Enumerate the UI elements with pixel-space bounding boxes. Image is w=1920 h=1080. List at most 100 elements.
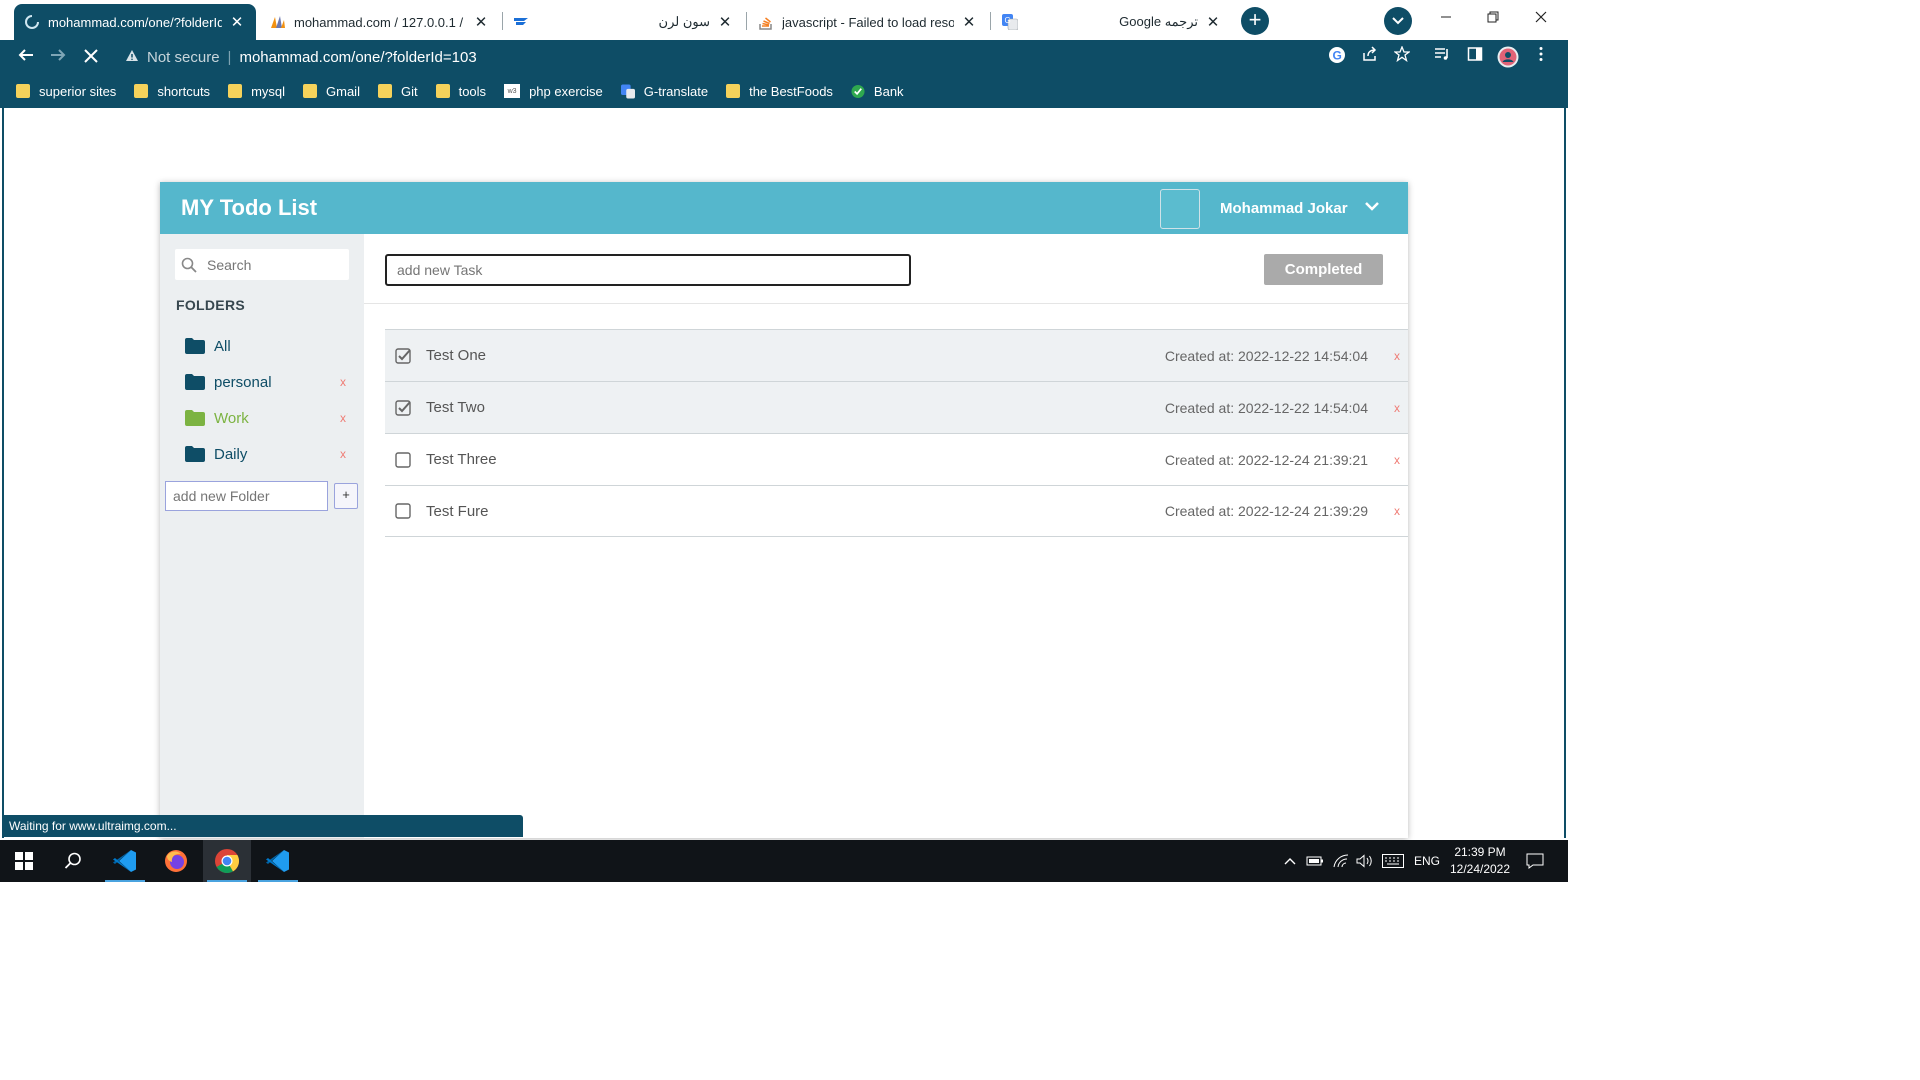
- chevron-down-icon[interactable]: [1362, 196, 1382, 216]
- folder-label: Daily: [214, 445, 248, 463]
- bookmark-git[interactable]: Git: [377, 84, 418, 99]
- bookmarks-bar: superior sites shortcuts mysql Gmail Git…: [0, 74, 1568, 108]
- bookmark-star-icon[interactable]: [1391, 45, 1413, 68]
- tab-separator: [990, 12, 991, 30]
- bookmark-label: G-translate: [643, 83, 709, 99]
- avatar[interactable]: [1160, 189, 1200, 229]
- notifications-button[interactable]: [1520, 840, 1550, 882]
- share-icon[interactable]: [1359, 46, 1381, 68]
- new-task-input[interactable]: [385, 254, 911, 286]
- tab-search-button[interactable]: [1384, 7, 1412, 35]
- close-window-button[interactable]: [1518, 4, 1564, 34]
- bookmark-shortcuts[interactable]: shortcuts: [134, 84, 210, 99]
- restore-button[interactable]: [1470, 4, 1516, 34]
- minimize-button[interactable]: [1423, 4, 1469, 34]
- tab-sevenlearn[interactable]: سون لرن ✕: [504, 4, 744, 40]
- taskbar-search-button[interactable]: [49, 840, 97, 882]
- media-queue-icon[interactable]: [1431, 46, 1453, 68]
- tab-google-translate[interactable]: G Google ترجمه ✕: [992, 4, 1232, 40]
- bookmark-tools[interactable]: tools: [435, 83, 487, 99]
- tab-close-icon[interactable]: ✕: [716, 13, 734, 31]
- new-tab-button[interactable]: +: [1241, 7, 1269, 35]
- delete-task-button[interactable]: x: [1394, 453, 1404, 467]
- bookmark-superior-sites[interactable]: superior sites: [16, 84, 116, 99]
- keyboard-button[interactable]: [1380, 840, 1406, 882]
- url-text[interactable]: mohammad.com/one/?folderId=103: [239, 49, 476, 66]
- folder-item-work[interactable]: Work x: [185, 406, 350, 430]
- folder-item-daily[interactable]: Daily x: [185, 442, 350, 466]
- bookmark-label: the BestFoods: [749, 83, 833, 99]
- task-name: Test One: [426, 347, 487, 364]
- wifi-button[interactable]: [1329, 840, 1353, 882]
- tab-todo[interactable]: mohammad.com/one/?folderId= ✕: [14, 4, 256, 40]
- language-indicator[interactable]: ENG: [1410, 840, 1444, 882]
- profile-avatar-icon[interactable]: [1497, 46, 1519, 68]
- task-row[interactable]: Test Fure Created at: 2022-12-24 21:39:2…: [385, 485, 1408, 537]
- delete-folder-button[interactable]: x: [336, 375, 350, 389]
- windows-taskbar: ENG 21:39 PM 12/24/2022: [0, 840, 1568, 882]
- bookmark-bank[interactable]: Bank: [851, 84, 904, 99]
- stop-loading-button[interactable]: [78, 44, 104, 70]
- bookmark-php-exercise[interactable]: w3 php exercise: [504, 84, 603, 99]
- taskbar-vscode-app[interactable]: [101, 840, 149, 882]
- forward-button[interactable]: [45, 44, 71, 70]
- google-icon[interactable]: G: [1326, 46, 1348, 68]
- completed-button[interactable]: Completed: [1264, 254, 1383, 285]
- taskbar-chrome-app[interactable]: [203, 840, 251, 882]
- tab-strip: mohammad.com/one/?folderId= ✕ mohammad.c…: [0, 0, 1568, 40]
- tab-close-icon[interactable]: ✕: [228, 13, 246, 31]
- add-folder-button[interactable]: +: [334, 483, 358, 509]
- security-label[interactable]: Not secure: [147, 49, 220, 66]
- search-input[interactable]: [205, 255, 335, 274]
- tray-overflow-button[interactable]: [1280, 840, 1300, 882]
- delete-task-button[interactable]: x: [1394, 401, 1404, 415]
- task-row[interactable]: Test Three Created at: 2022-12-24 21:39:…: [385, 433, 1408, 485]
- delete-task-button[interactable]: x: [1394, 349, 1404, 363]
- main-panel: Completed Test One Created at: 2022-12-2…: [364, 234, 1408, 838]
- checkbox-checked-icon[interactable]: [395, 347, 411, 364]
- tab-close-icon[interactable]: ✕: [960, 13, 978, 31]
- taskbar-firefox-app[interactable]: [152, 840, 200, 882]
- checkbox-empty-icon[interactable]: [395, 451, 411, 468]
- search-box[interactable]: [175, 249, 349, 280]
- start-button[interactable]: [0, 840, 48, 882]
- omnibox-separator: |: [227, 48, 232, 66]
- checkbox-checked-icon[interactable]: [395, 399, 411, 416]
- user-name[interactable]: Mohammad Jokar: [1220, 200, 1348, 217]
- more-menu-icon[interactable]: [1530, 46, 1552, 68]
- task-row[interactable]: Test One Created at: 2022-12-22 14:54:04…: [385, 329, 1408, 381]
- vscode-icon: [266, 850, 289, 872]
- delete-task-button[interactable]: x: [1394, 504, 1404, 518]
- folder-item-all[interactable]: All: [185, 334, 350, 358]
- task-list: Test One Created at: 2022-12-22 14:54:04…: [385, 329, 1408, 537]
- speaker-icon: [1356, 854, 1372, 868]
- folder-icon: [134, 84, 149, 98]
- tab-phpmyadmin[interactable]: mohammad.com / 127.0.0.1 / db ✕: [260, 4, 500, 40]
- svg-text:G: G: [1005, 16, 1011, 25]
- tab-close-icon[interactable]: ✕: [1204, 13, 1222, 31]
- new-folder-input[interactable]: [165, 481, 328, 511]
- volume-button[interactable]: [1353, 840, 1377, 882]
- checkbox-empty-icon[interactable]: [395, 503, 411, 519]
- system-clock[interactable]: 21:39 PM 12/24/2022: [1440, 844, 1520, 878]
- stackoverflow-icon: [758, 14, 774, 30]
- tab-title: Google ترجمه: [1119, 14, 1198, 29]
- delete-folder-button[interactable]: x: [336, 411, 350, 425]
- close-icon: [1535, 11, 1547, 23]
- battery-button[interactable]: [1303, 840, 1327, 882]
- tab-stackoverflow[interactable]: javascript - Failed to load resource ✕: [748, 4, 988, 40]
- bookmark-label: tools: [458, 83, 487, 99]
- side-panel-icon[interactable]: [1464, 46, 1486, 68]
- firefox-icon: [165, 850, 187, 872]
- delete-folder-button[interactable]: x: [336, 447, 350, 461]
- bookmark-mysql[interactable]: mysql: [228, 84, 285, 99]
- bookmark-gmail[interactable]: Gmail: [303, 84, 360, 99]
- task-row[interactable]: Test Two Created at: 2022-12-22 14:54:04…: [385, 381, 1408, 433]
- back-button[interactable]: [13, 44, 39, 70]
- tab-close-icon[interactable]: ✕: [472, 13, 490, 31]
- folder-item-personal[interactable]: personal x: [185, 370, 350, 394]
- bookmark-the-bestfoods[interactable]: the BestFoods: [726, 84, 833, 99]
- address-bar[interactable]: Not secure | mohammad.com/one/?folderId=…: [115, 42, 1300, 72]
- bookmark-g-translate[interactable]: G-translate: [620, 83, 709, 99]
- taskbar-vscode-app-2[interactable]: [254, 840, 302, 882]
